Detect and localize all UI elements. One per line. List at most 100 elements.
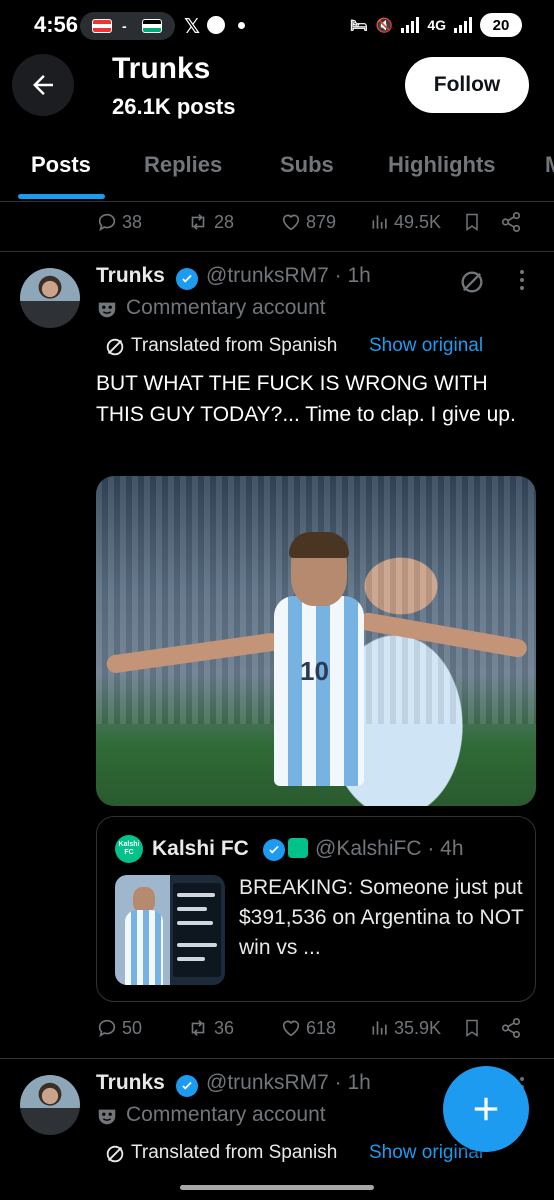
like-count: 618 [306, 1017, 337, 1038]
thumb-jersey [125, 910, 163, 985]
system-icons: 🛏 🔇 4G 20 [350, 13, 522, 37]
tab-media[interactable]: M [545, 152, 554, 178]
profile-tabs: Posts Replies Subs Highlights M [0, 140, 554, 202]
home-indicator[interactable] [180, 1185, 374, 1190]
share-button[interactable] [500, 1017, 522, 1039]
commentary-label: Commentary account [126, 1103, 326, 1126]
reply-icon [98, 213, 116, 232]
mute-icon: 🔇 [375, 16, 394, 33]
active-tab-indicator [18, 194, 105, 199]
compose-button[interactable] [443, 1066, 529, 1152]
bookmark-icon [466, 213, 478, 231]
commentary-mask-icon [98, 1109, 116, 1125]
like-count: 879 [306, 211, 337, 232]
reply-icon [98, 1019, 116, 1038]
tweet-image[interactable]: 10 [96, 476, 536, 806]
views-button[interactable]: 49.5K [370, 211, 441, 233]
views-count: 49.5K [394, 211, 442, 232]
repost-button[interactable]: 36 [186, 1017, 234, 1039]
views-icon [372, 215, 387, 229]
reply-button[interactable]: 50 [96, 1017, 142, 1039]
tweet-text: BUT WHAT THE FUCK IS WRONG WITH THIS GUY… [96, 372, 516, 426]
bookmark-button[interactable] [462, 211, 482, 233]
thumb-card [173, 883, 221, 977]
reply-button[interactable]: 38 [96, 211, 142, 233]
status-separator: - [122, 18, 127, 34]
tab-highlights[interactable]: Highlights [388, 152, 496, 178]
like-button[interactable]: 618 [280, 1017, 336, 1039]
repost-button[interactable]: 28 [186, 211, 234, 233]
image-jersey [274, 596, 364, 786]
tweet-actions: 50 36 618 35.9K [96, 1017, 536, 1047]
affiliate-badge-icon [288, 838, 308, 858]
author-name[interactable]: Trunks [96, 1071, 165, 1095]
repost-count: 36 [214, 1017, 235, 1038]
status-bar: 4:56 - 𝕏 🛏 🔇 4G 20 [0, 0, 554, 50]
status-notification-pill: - [80, 12, 175, 40]
post-count: 26.1K posts [112, 94, 236, 119]
quote-author-name: Kalshi FC [152, 837, 249, 860]
avatar[interactable] [20, 268, 80, 328]
author-handle[interactable]: @trunksRM7 · 1h [206, 1071, 371, 1095]
bookmark-icon [466, 1019, 478, 1037]
reply-count: 50 [122, 1017, 143, 1038]
translate-icon [106, 1145, 124, 1163]
back-button[interactable] [12, 54, 74, 116]
profile-name: Trunks [112, 52, 211, 85]
tab-replies[interactable]: Replies [144, 152, 222, 178]
author-handle[interactable]: @trunksRM7 · 1h [206, 264, 371, 288]
flag-icon [92, 19, 112, 33]
repost-icon [191, 1020, 205, 1036]
heart-icon [282, 1020, 300, 1037]
prev-post-actions: 38 28 879 49.5K [96, 211, 536, 241]
like-button[interactable]: 879 [280, 211, 336, 233]
views-count: 35.9K [394, 1017, 442, 1038]
views-button[interactable]: 35.9K [370, 1017, 441, 1039]
quote-text: BREAKING: Someone just put $391,536 on A… [239, 876, 524, 959]
image-hair [289, 532, 349, 558]
commentary-label: Commentary account [126, 296, 326, 319]
battery-level: 20 [492, 16, 510, 34]
translate-icon [106, 338, 124, 356]
views-icon [372, 1021, 387, 1035]
show-original-link[interactable]: Show original [369, 335, 483, 357]
verified-badge-icon [176, 1075, 198, 1097]
repost-icon [191, 214, 205, 230]
notification-dot-icon [238, 22, 245, 29]
post-divider [0, 251, 554, 252]
verified-badge-icon [263, 839, 285, 861]
tabs-divider [0, 201, 554, 202]
follow-button[interactable]: Follow [405, 57, 529, 113]
tab-posts[interactable]: Posts [31, 152, 91, 178]
share-button[interactable] [500, 211, 522, 233]
kalshi-logo-icon: Kalshi FC [115, 835, 143, 863]
bookmark-button[interactable] [462, 1017, 482, 1039]
author-name[interactable]: Trunks [96, 264, 165, 288]
more-options-icon[interactable] [518, 268, 526, 292]
status-time: 4:56 [34, 12, 79, 37]
battery-icon: 20 [480, 13, 522, 37]
soccer-ball-icon [207, 16, 225, 34]
jersey-number: 10 [300, 656, 329, 686]
avatar[interactable] [20, 1075, 80, 1135]
translated-label: Translated from Spanish [131, 335, 338, 356]
post-divider [0, 1058, 554, 1059]
x-logo-icon: 𝕏 [184, 16, 201, 38]
quote-author-handle: @KalshiFC · 4h [315, 837, 464, 860]
share-icon [501, 212, 521, 232]
plus-icon [474, 1097, 498, 1121]
commentary-mask-icon [98, 302, 116, 318]
translated-label: Translated from Spanish [131, 1142, 338, 1163]
share-icon [501, 1018, 521, 1038]
quoted-tweet[interactable]: Kalshi FC Kalshi FC @KalshiFC · 4h BREAK… [96, 816, 536, 1002]
grok-icon[interactable] [458, 268, 486, 296]
signal-icon [454, 17, 472, 33]
bed-icon: 🛏 [350, 16, 368, 33]
verified-badge-icon [176, 268, 198, 290]
reply-count: 38 [122, 211, 143, 232]
quote-thumbnail [115, 875, 225, 985]
tab-subs[interactable]: Subs [280, 152, 334, 178]
flag-icon [142, 19, 162, 33]
heart-icon [282, 214, 300, 231]
arrow-left-icon [33, 75, 53, 95]
